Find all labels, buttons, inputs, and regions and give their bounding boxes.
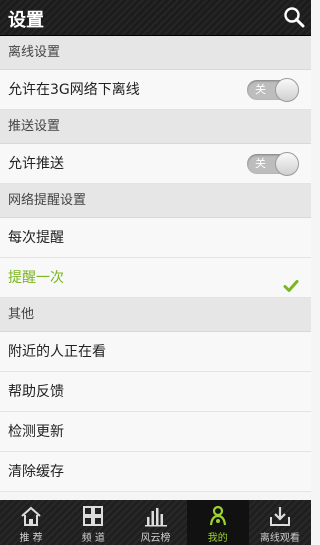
update-row[interactable]: 检测更新 xyxy=(0,412,311,452)
section-network-reminder: 网络提醒设置 xyxy=(0,184,311,218)
remind-once-row[interactable]: 提醒一次 xyxy=(0,258,311,298)
tab-label: 离线观看 xyxy=(259,533,300,544)
toggle-state-label: 关 xyxy=(255,83,266,96)
push-toggle[interactable]: 关 xyxy=(247,152,299,176)
update-label: 检测更新 xyxy=(8,424,64,440)
title-bar: 设置 xyxy=(0,0,311,36)
remind-once-label: 提醒一次 xyxy=(8,270,64,286)
toggle-state-label: 关 xyxy=(255,157,266,170)
page-title: 设置 xyxy=(8,10,44,31)
bar-chart-icon xyxy=(144,505,168,527)
tab-recommend[interactable]: 推 荐 xyxy=(0,500,62,545)
push-row[interactable]: 允许推送 关 xyxy=(0,144,311,184)
feedback-row[interactable]: 帮助反馈 xyxy=(0,372,311,412)
tab-label: 风云榜 xyxy=(140,533,171,544)
download-icon xyxy=(268,505,292,527)
clear-cache-row[interactable]: 清除缓存 xyxy=(0,452,311,492)
tab-offline-watch[interactable]: 离线观看 xyxy=(249,500,311,545)
clear-cache-label: 清除缓存 xyxy=(8,464,64,480)
push-label: 允许推送 xyxy=(8,156,64,172)
section-push: 推送设置 xyxy=(0,110,311,144)
user-icon xyxy=(206,505,230,527)
tab-ranking[interactable]: 风云榜 xyxy=(124,500,186,545)
tab-mine[interactable]: 我的 xyxy=(186,500,249,545)
nearby-row[interactable]: 附近的人正在看 xyxy=(0,332,311,372)
nearby-label: 附近的人正在看 xyxy=(8,344,106,360)
search-icon[interactable] xyxy=(283,6,305,28)
toggle-knob xyxy=(275,152,299,176)
checkmark-icon xyxy=(283,270,299,292)
offline-3g-label: 允许在3G网络下离线 xyxy=(8,82,140,98)
remind-every-row[interactable]: 每次提醒 xyxy=(0,218,311,258)
home-icon xyxy=(19,505,43,527)
bottom-tab-bar: 推 荐 频 道 风云榜 我的 离线观看 xyxy=(0,500,311,545)
toggle-knob xyxy=(275,78,299,102)
grid-icon xyxy=(81,505,105,527)
settings-list: 离线设置 允许在3G网络下离线 关 推送设置 允许推送 关 网络提醒设置 每次提… xyxy=(0,36,311,492)
section-other: 其他 xyxy=(0,298,311,332)
tab-channel[interactable]: 频 道 xyxy=(62,500,124,545)
tab-label: 推 荐 xyxy=(19,533,43,544)
remind-every-label: 每次提醒 xyxy=(8,230,64,246)
section-offline: 离线设置 xyxy=(0,36,311,70)
tab-label: 我的 xyxy=(207,533,228,544)
tab-label: 频 道 xyxy=(81,533,105,544)
offline-3g-row[interactable]: 允许在3G网络下离线 关 xyxy=(0,70,311,110)
feedback-label: 帮助反馈 xyxy=(8,384,64,400)
offline-3g-toggle[interactable]: 关 xyxy=(247,78,299,102)
